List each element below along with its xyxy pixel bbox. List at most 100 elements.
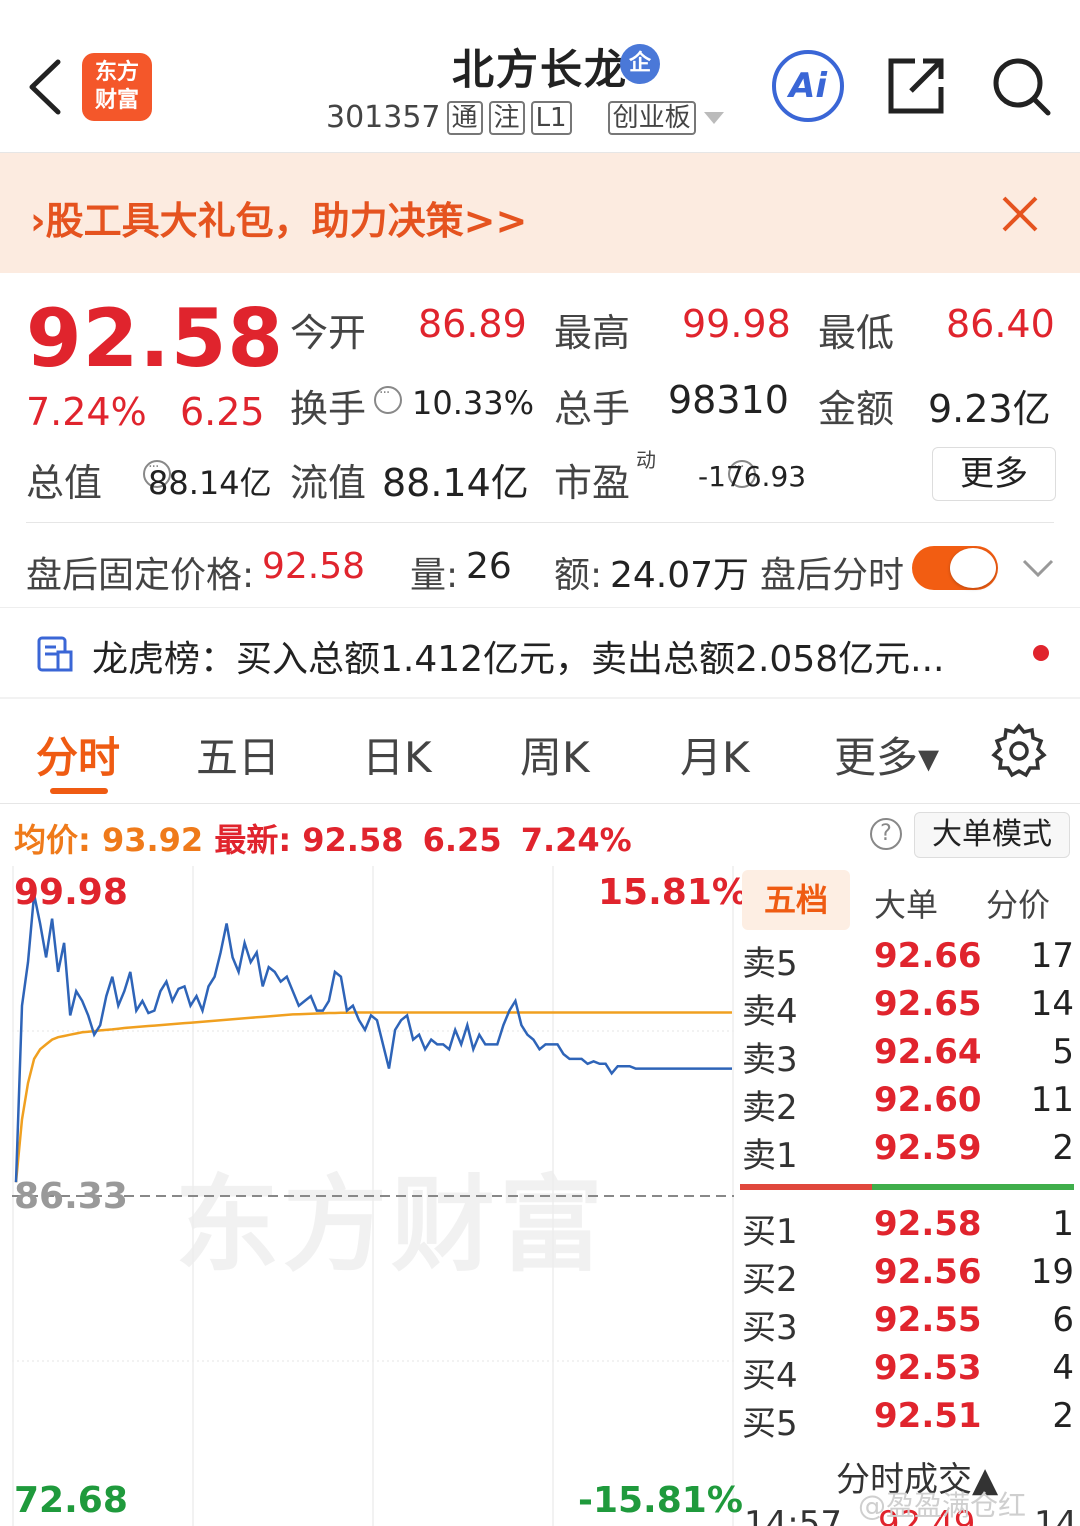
- mktcap-label: 总值: [26, 461, 103, 505]
- level-label: 买1: [742, 1212, 798, 1252]
- gear-icon[interactable]: [990, 722, 1048, 780]
- latest-change: 6.25: [422, 821, 502, 859]
- tab-more[interactable]: 更多▾: [834, 724, 939, 785]
- divider: [0, 803, 1080, 804]
- level-label: 卖1: [742, 1136, 798, 1176]
- tab-week-k[interactable]: 周K: [520, 724, 590, 785]
- tab-month-k[interactable]: 月K: [680, 724, 750, 785]
- dragon-tiger-text[interactable]: 龙虎榜：买入总额1.412亿元，卖出总额2.058亿元...: [92, 630, 944, 682]
- change-percent: 7.24%: [26, 390, 147, 434]
- level-price: 92.58: [874, 1204, 982, 1244]
- amount-label: 金额: [818, 387, 895, 431]
- app-logo: 东方 财富: [82, 53, 152, 121]
- turnover-info-icon[interactable]: [374, 385, 402, 414]
- promo-text[interactable]: ›股工具大礼包，助力决策>>: [30, 190, 527, 245]
- enterprise-badge-icon: 企: [620, 44, 660, 84]
- float-value: 88.14亿: [382, 461, 529, 505]
- ask-row[interactable]: 卖2 92.60 11: [740, 1080, 1076, 1128]
- level-label: 卖2: [742, 1088, 798, 1128]
- pe-label: 市盈: [554, 461, 631, 505]
- board-tag[interactable]: 创业板: [607, 100, 696, 135]
- dropdown-triangle-icon[interactable]: [702, 110, 726, 126]
- level-volume: 11: [1030, 1080, 1074, 1120]
- level-volume: 2: [1052, 1128, 1074, 1168]
- tick-time: 14:57: [744, 1504, 842, 1526]
- divider: [0, 607, 1080, 608]
- level-price: 92.59: [874, 1128, 982, 1168]
- bid-row[interactable]: 买4 92.53 4: [740, 1348, 1076, 1396]
- ask-row[interactable]: 卖5 92.66 17: [740, 936, 1076, 984]
- more-button[interactable]: 更多: [932, 447, 1056, 501]
- y-top-label: 99.98: [14, 872, 128, 913]
- document-icon: [37, 636, 73, 672]
- level-volume: 5: [1052, 1032, 1074, 1072]
- divider: [0, 697, 1080, 699]
- level-price: 92.60: [874, 1080, 982, 1120]
- tab-five-levels[interactable]: 五档: [742, 870, 850, 930]
- float-label: 流值: [290, 461, 367, 505]
- open-value: 86.89: [418, 302, 527, 346]
- latest-label: 最新:: [214, 821, 292, 859]
- level-volume: 4: [1052, 1348, 1074, 1388]
- pct-top-label: 15.81%: [598, 872, 748, 913]
- tab-big-orders[interactable]: 大单: [874, 880, 938, 926]
- latest-value: 92.58: [302, 821, 404, 859]
- volume-label: 总手: [554, 387, 631, 431]
- level-volume: 1: [1052, 1204, 1074, 1244]
- level-price: 92.64: [874, 1032, 982, 1072]
- high-label: 最高: [554, 311, 631, 355]
- y-mid-label: 86.33: [14, 1176, 128, 1217]
- close-icon[interactable]: [996, 190, 1044, 238]
- mktcap-value: 88.14亿: [148, 464, 272, 502]
- low-label: 最低: [818, 311, 895, 355]
- bid-row[interactable]: 买3 92.55 6: [740, 1300, 1076, 1348]
- after-hours-label: 盘后固定价格:: [26, 555, 255, 596]
- low-value: 86.40: [946, 302, 1055, 346]
- level-volume: 17: [1030, 936, 1074, 976]
- tab-timeshare[interactable]: 分时: [36, 724, 120, 785]
- level-price: 92.66: [874, 936, 982, 976]
- ask-bid-ratio-green: [872, 1184, 1074, 1190]
- level-label: 买5: [742, 1404, 798, 1444]
- after-hours-timeshare-label: 盘后分时: [760, 555, 905, 596]
- ask-row[interactable]: 卖1 92.59 2: [740, 1128, 1076, 1176]
- avg-label: 均价:: [14, 821, 91, 859]
- ask-row[interactable]: 卖4 92.65 14: [740, 984, 1076, 1032]
- search-icon[interactable]: [990, 55, 1052, 117]
- after-hours-vol: 26: [466, 546, 512, 587]
- bid-row[interactable]: 买5 92.51 2: [740, 1396, 1076, 1444]
- latest-pct: 7.24%: [520, 821, 632, 859]
- pe-value: -176.93: [698, 460, 807, 493]
- level-label: 卖4: [742, 992, 798, 1032]
- amount-value: 9.23亿: [928, 387, 1051, 431]
- level-volume: 14: [1030, 984, 1074, 1024]
- help-icon[interactable]: ?: [870, 818, 902, 850]
- share-icon[interactable]: [885, 55, 947, 117]
- bid-row[interactable]: 买1 92.58 1: [740, 1204, 1076, 1252]
- level-label: 卖5: [742, 944, 798, 984]
- ask-row[interactable]: 卖3 92.64 5: [740, 1032, 1076, 1080]
- after-hours-vol-label: 量:: [410, 555, 459, 596]
- level-price: 92.56: [874, 1252, 982, 1292]
- chevron-down-icon[interactable]: [1020, 555, 1056, 581]
- turnover-label: 换手: [290, 387, 367, 431]
- high-value: 99.98: [682, 302, 791, 346]
- toggle-knob: [950, 548, 996, 588]
- price-line: [14, 894, 732, 1183]
- stock-code: 301357: [326, 100, 441, 135]
- tab-day-k[interactable]: 日K: [362, 724, 432, 785]
- level-volume: 2: [1052, 1396, 1074, 1436]
- level-volume: 6: [1052, 1300, 1074, 1340]
- tag-zhu: 注: [488, 100, 525, 135]
- big-order-mode-button[interactable]: 大单模式: [914, 812, 1070, 858]
- back-arrow-icon[interactable]: [22, 52, 72, 122]
- tag-l1: L1: [530, 100, 572, 135]
- bid-row[interactable]: 买2 92.56 19: [740, 1252, 1076, 1300]
- ai-assistant-button[interactable]: Ai: [772, 50, 844, 122]
- tab-five-day[interactable]: 五日: [196, 724, 280, 785]
- tick-vol: 14: [1034, 1504, 1078, 1526]
- tab-price-distribution[interactable]: 分价: [986, 880, 1050, 926]
- pe-superscript: 动: [636, 448, 656, 472]
- change-amount: 6.25: [180, 390, 265, 434]
- level-label: 卖3: [742, 1040, 798, 1080]
